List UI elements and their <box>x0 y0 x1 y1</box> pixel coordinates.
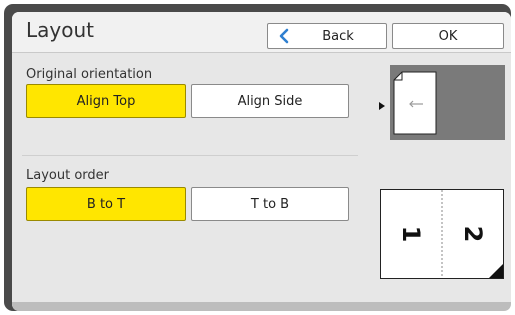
chevron-left-icon <box>279 28 289 44</box>
bottom-bar <box>12 302 511 311</box>
section-divider <box>22 155 358 156</box>
back-button-label: Back <box>322 28 354 44</box>
document-page-icon <box>393 71 437 135</box>
original-orientation-label: Original orientation <box>26 67 153 82</box>
header-bar: Layout Back OK <box>12 12 511 53</box>
align-side-label: Align Side <box>237 93 303 109</box>
t-to-b-button[interactable]: T to B <box>191 187 349 221</box>
b-to-t-label: B to T <box>86 196 126 212</box>
b-to-t-button[interactable]: B to T <box>26 187 186 221</box>
t-to-b-label: T to B <box>250 196 290 212</box>
page-title: Layout <box>26 18 94 42</box>
align-top-label: Align Top <box>76 93 136 109</box>
orientation-preview <box>390 65 505 140</box>
layout-order-preview: 1 2 <box>380 189 504 279</box>
align-top-button[interactable]: Align Top <box>26 84 186 118</box>
align-side-button[interactable]: Align Side <box>191 84 349 118</box>
page-number-2: 2 <box>459 225 487 243</box>
ok-button[interactable]: OK <box>392 23 504 49</box>
back-button[interactable]: Back <box>267 23 387 49</box>
layout-panel: Layout Back OK Original orientation Alig… <box>12 12 511 311</box>
window-frame: Layout Back OK Original orientation Alig… <box>4 4 511 311</box>
layout-order-label: Layout order <box>26 168 109 183</box>
page-number-1: 1 <box>397 225 425 243</box>
triangle-right-icon <box>379 102 385 110</box>
ok-button-label: OK <box>438 28 458 44</box>
